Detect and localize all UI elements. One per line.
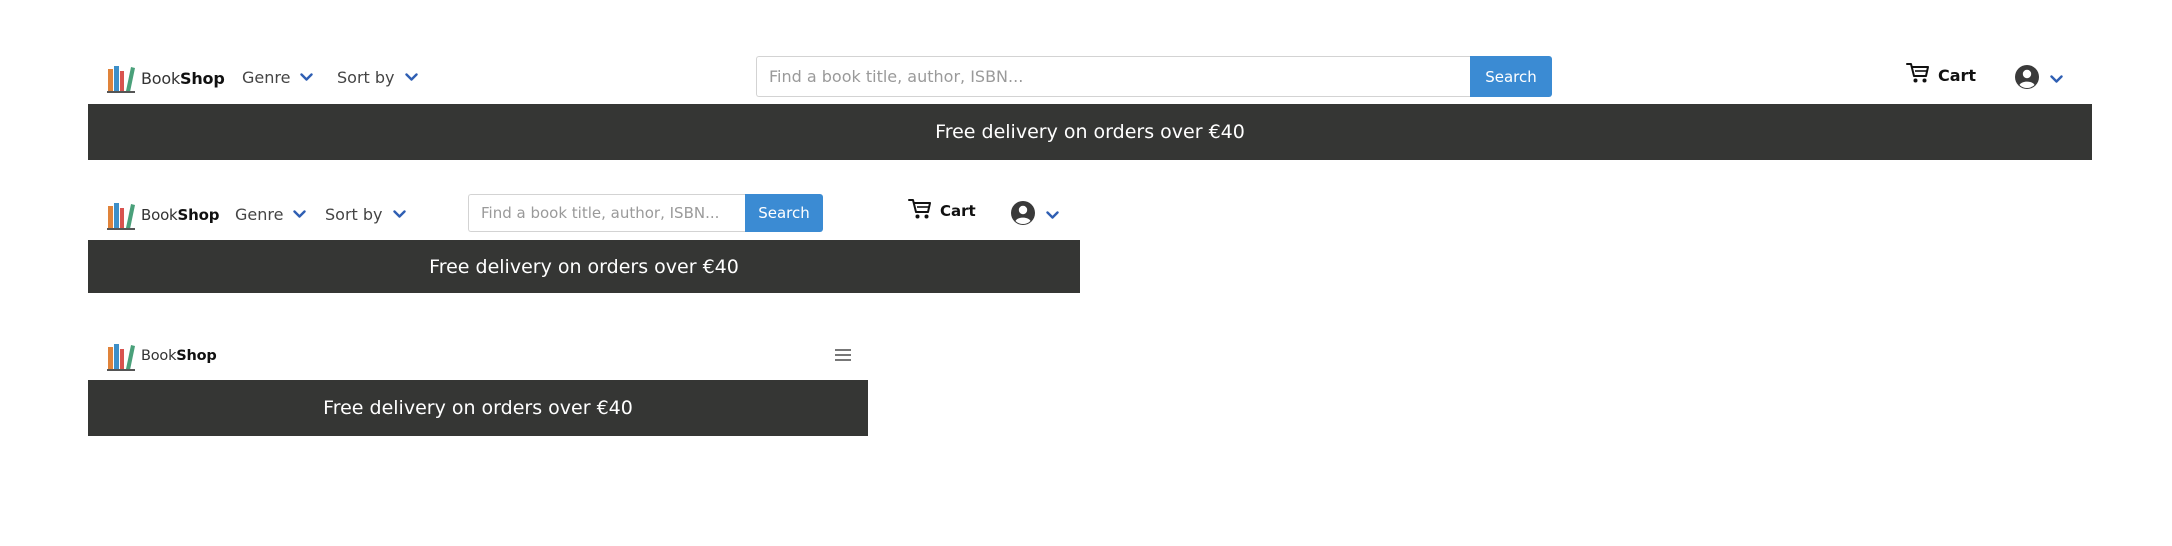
brand-logo-link[interactable]: BookShop [107,341,217,371]
brand-logo-link[interactable]: BookShop [107,200,219,230]
header-mobile: BookShop Free delivery on orders over €4… [88,336,868,436]
sort-by-dropdown[interactable]: Sort by [325,205,406,224]
search-button[interactable]: Search [1470,56,1552,97]
user-menu[interactable] [1010,200,1059,230]
genre-dropdown[interactable]: Genre [235,205,307,224]
search-bar: Search [468,194,823,232]
user-circle-icon [1010,200,1036,230]
delivery-banner-text: Free delivery on orders over €40 [935,121,1245,143]
navbar: BookShop [88,336,868,380]
delivery-banner-text: Free delivery on orders over €40 [323,397,633,419]
brand-logo-link[interactable]: BookShop [107,63,225,93]
header-tablet: BookShop Genre Sort by Search Cart [88,194,1080,293]
delivery-banner-text: Free delivery on orders over €40 [429,255,739,278]
search-input[interactable] [756,56,1470,97]
search-bar: Search [756,56,1552,97]
search-input[interactable] [468,194,745,232]
books-logo-icon [107,341,135,371]
cart-link[interactable]: Cart [1906,62,1976,88]
chevron-down-icon [2050,74,2063,84]
cart-label: Cart [940,202,976,220]
brand-name: BookShop [141,348,217,364]
navbar: BookShop Genre Sort by Search Cart [88,194,1080,240]
cart-link[interactable]: Cart [908,198,976,224]
books-logo-icon [107,200,135,230]
sort-by-label: Sort by [325,205,383,224]
genre-label: Genre [235,205,284,224]
cart-icon [908,198,932,224]
sort-by-label: Sort by [337,68,395,87]
chevron-down-icon [300,73,314,82]
sort-by-dropdown[interactable]: Sort by [337,68,418,87]
delivery-banner: Free delivery on orders over €40 [88,380,868,436]
books-logo-icon [107,63,135,93]
delivery-banner: Free delivery on orders over €40 [88,240,1080,293]
cart-label: Cart [1938,65,1977,85]
brand-name: BookShop [141,206,220,224]
chevron-down-icon [404,73,418,82]
user-menu[interactable] [2014,64,2063,94]
brand-name: BookShop [141,68,225,88]
chevron-down-icon [1046,210,1059,220]
user-circle-icon [2014,64,2040,94]
delivery-banner: Free delivery on orders over €40 [88,104,2092,160]
cart-icon [1906,62,1930,88]
genre-label: Genre [242,68,291,87]
hamburger-menu-icon[interactable] [834,348,852,362]
genre-dropdown[interactable]: Genre [242,68,314,87]
navbar: BookShop Genre Sort by Search Cart [88,56,2092,104]
chevron-down-icon [293,210,307,219]
header-desktop-wide: BookShop Genre Sort by Search Cart [88,56,2092,160]
chevron-down-icon [392,210,406,219]
search-button[interactable]: Search [745,194,823,232]
